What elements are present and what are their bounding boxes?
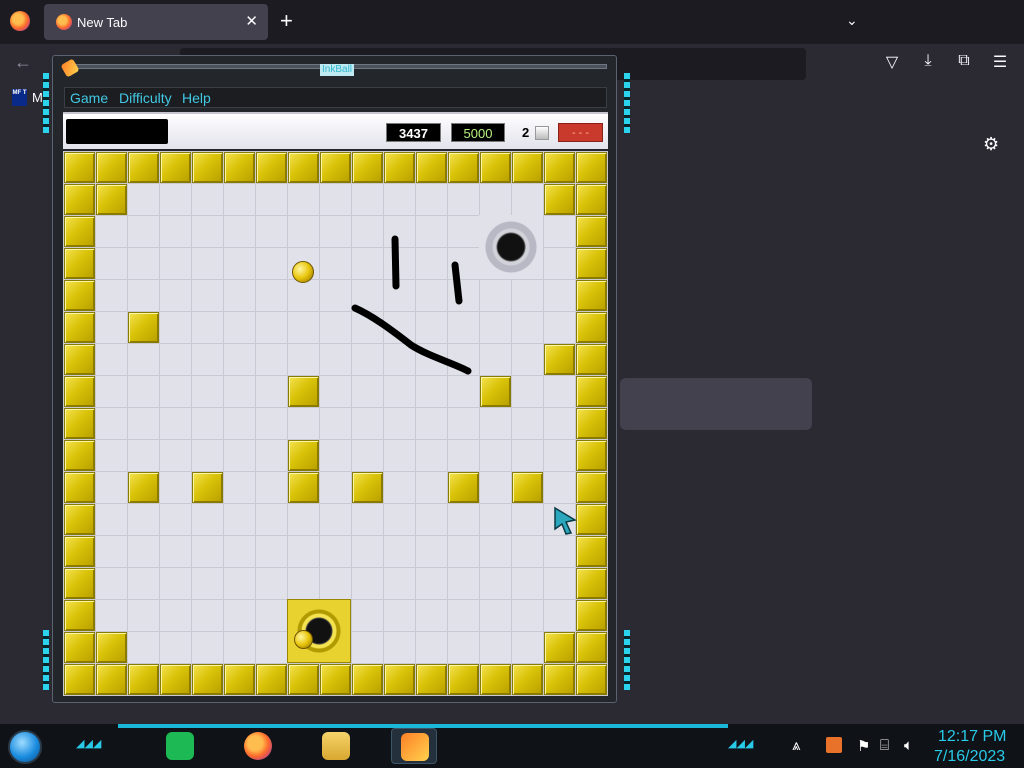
spotify-taskbar-button[interactable]: [157, 728, 203, 764]
extensions-icon[interactable]: ⧉: [954, 52, 974, 72]
balls-remaining: 2: [522, 125, 530, 140]
ink-stroke: [351, 304, 472, 375]
status-display: - - -: [558, 123, 603, 142]
new-tab-search-panel[interactable]: [620, 378, 812, 430]
start-button[interactable]: [8, 730, 42, 764]
menu-difficulty[interactable]: Difficulty: [119, 90, 172, 106]
file-explorer-icon: [322, 732, 350, 760]
file-explorer-taskbar-button[interactable]: [313, 728, 359, 764]
ink-stroke: [391, 235, 400, 290]
firefox-tab-icon: [56, 14, 72, 30]
firefox-view-icon[interactable]: [10, 11, 30, 31]
neon-edge-right-bottom: [624, 630, 630, 690]
score-display: 5000: [451, 123, 505, 142]
volume-icon[interactable]: 🔈︎: [904, 737, 913, 754]
tab-title: New Tab: [77, 15, 128, 30]
inkball-taskbar-button[interactable]: [391, 728, 437, 764]
menu-help[interactable]: Help: [182, 90, 211, 106]
download-icon[interactable]: ⤓: [918, 52, 938, 72]
score-bar: 3437 5000 2 - - -: [63, 112, 608, 149]
list-all-tabs-icon[interactable]: ⌄: [846, 12, 858, 29]
neon-edge-right-top: [624, 73, 630, 133]
settings-gear-icon[interactable]: ⚙: [983, 134, 999, 155]
ink-stroke: [451, 261, 463, 305]
inkball-icon: [401, 733, 429, 761]
clock-date[interactable]: 7/16/2023: [934, 748, 1005, 766]
menu-icon[interactable]: ☰: [990, 52, 1010, 72]
bookmark-label[interactable]: M: [32, 90, 43, 105]
ball-color-swatch: [535, 126, 549, 140]
pocket-icon[interactable]: ▽: [882, 52, 902, 72]
app-tray-icon[interactable]: [826, 737, 842, 753]
inkball-menu-bar: Game Difficulty Help: [64, 87, 607, 108]
new-tab-button[interactable]: +: [280, 8, 293, 34]
game-board[interactable]: [63, 151, 608, 696]
spotify-icon: [166, 732, 194, 760]
window-title: InkBall: [320, 64, 355, 76]
ink-strokes: [351, 235, 472, 375]
taskbar-deco-icon: ◢◢◢: [728, 738, 754, 750]
taskbar: ◢◢◢ ◢◢◢ ⩓ ⚑ ⌸ 🔈︎ 12:17 PM 7/16/2023: [0, 724, 1024, 768]
neon-edge-left-top: [43, 73, 49, 133]
bookmark-favicon[interactable]: MF T: [12, 89, 27, 106]
firefox-taskbar-button[interactable]: [235, 728, 281, 764]
neon-edge-left-bottom: [43, 630, 49, 690]
close-tab-icon[interactable]: ✕: [245, 12, 258, 30]
back-arrow-icon[interactable]: ←: [14, 52, 32, 73]
message-panel: [66, 119, 168, 144]
browser-tab-bar: New Tab ✕ + ⌄: [0, 0, 1024, 44]
firefox-icon: [244, 732, 272, 760]
show-hidden-icons-icon[interactable]: ⩓: [792, 737, 800, 754]
network-icon[interactable]: ⌸: [880, 737, 889, 754]
menu-game[interactable]: Game: [70, 90, 108, 106]
flag-icon[interactable]: ⚑: [857, 737, 870, 755]
taskbar-deco-icon: ◢◢◢: [76, 738, 102, 750]
pen-cursor-icon: [554, 506, 577, 535]
time-display: 3437: [386, 123, 441, 142]
clock-time[interactable]: 12:17 PM: [938, 728, 1006, 746]
tab-new-tab[interactable]: New Tab ✕: [44, 4, 268, 40]
